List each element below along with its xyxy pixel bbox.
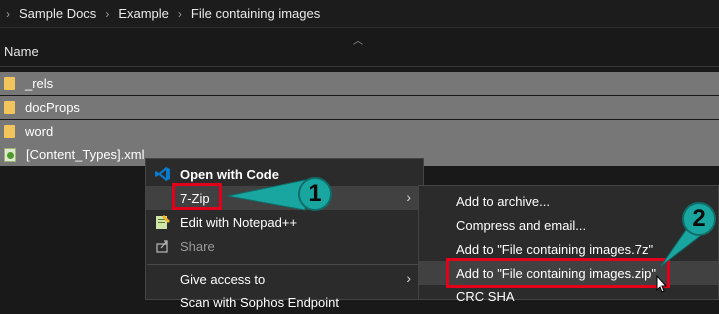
mouse-cursor-icon xyxy=(656,275,668,293)
callout-1-pointer xyxy=(227,179,306,211)
callout-number: 1 xyxy=(308,180,322,207)
callout-number: 2 xyxy=(692,205,706,232)
callout-badge-2: 2 xyxy=(682,202,716,236)
callout-badge-1: 1 xyxy=(298,177,332,211)
callout-pointers xyxy=(227,179,701,267)
